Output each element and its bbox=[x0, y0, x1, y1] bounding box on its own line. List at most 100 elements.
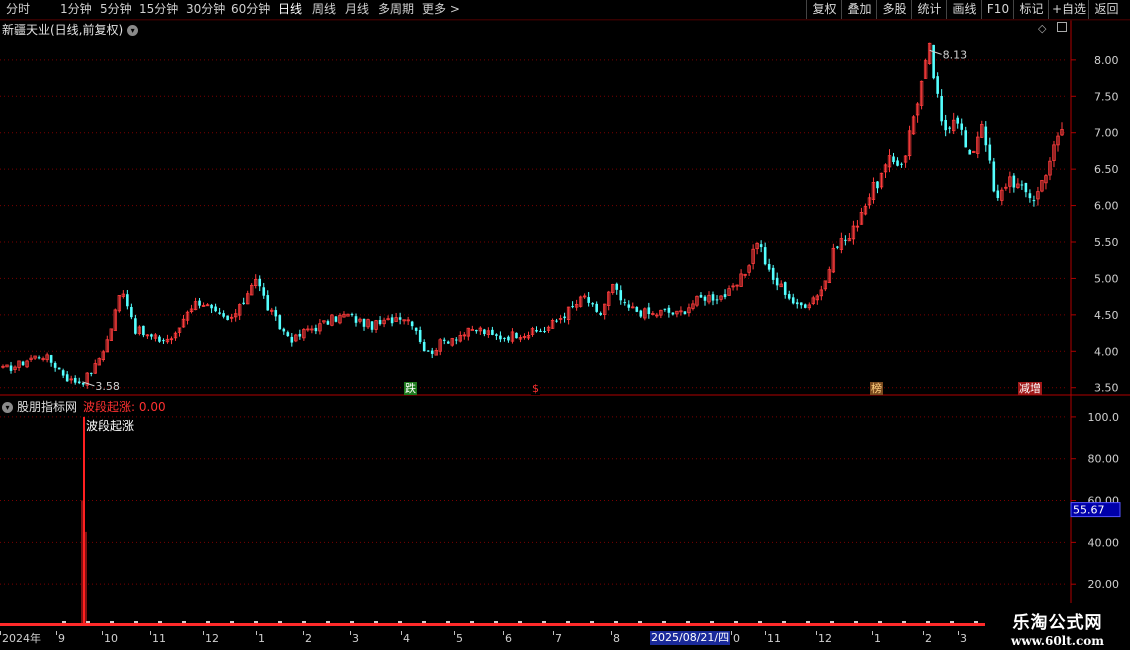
chevron-down-icon[interactable]: ▾ bbox=[2, 402, 13, 413]
x-tick bbox=[816, 631, 817, 635]
candle-body bbox=[499, 335, 502, 340]
candle-body bbox=[338, 314, 342, 324]
candle-body bbox=[462, 334, 467, 337]
y-tick-label: 6.50 bbox=[1094, 163, 1119, 176]
candle-body bbox=[876, 181, 879, 189]
candle-body bbox=[671, 312, 675, 315]
candle-body bbox=[675, 310, 679, 315]
candle-body bbox=[578, 296, 583, 307]
x-tick bbox=[765, 631, 766, 635]
diamond-icon[interactable]: ◇ bbox=[1038, 22, 1046, 35]
candle-body bbox=[972, 150, 976, 153]
candle-body bbox=[134, 318, 137, 334]
x-tick-label: 12 bbox=[818, 632, 832, 645]
candle-body bbox=[582, 295, 587, 298]
candle-body bbox=[1008, 176, 1012, 187]
candle-body bbox=[214, 306, 217, 312]
candle-body bbox=[574, 304, 579, 308]
period-tab-daily[interactable]: 日线 bbox=[278, 1, 302, 18]
candle-body bbox=[546, 326, 551, 331]
stats-button[interactable]: 统计 bbox=[911, 0, 947, 19]
period-tab-5min[interactable]: 5分钟 bbox=[100, 1, 132, 18]
add-watchlist-button[interactable]: +自选 bbox=[1048, 0, 1089, 19]
baseline-marker bbox=[182, 621, 186, 623]
candle-body bbox=[57, 367, 61, 370]
candle-body bbox=[310, 328, 314, 331]
candle-body bbox=[739, 273, 743, 287]
y-tick-label: 4.50 bbox=[1094, 309, 1119, 322]
signal-marker-dollar[interactable]: $ bbox=[531, 382, 540, 395]
candle-body bbox=[298, 333, 302, 337]
x-tick-label: 2 bbox=[925, 632, 932, 645]
baseline-marker bbox=[446, 621, 450, 623]
signal-marker-list[interactable]: 榜 bbox=[870, 382, 883, 395]
candle-body bbox=[855, 225, 860, 228]
candle-body bbox=[707, 294, 711, 303]
chevron-down-icon[interactable]: ▾ bbox=[127, 25, 139, 36]
period-tab-60min[interactable]: 60分钟 bbox=[231, 1, 270, 18]
candle-body bbox=[595, 303, 598, 312]
current-value-label: 55.67 bbox=[1073, 504, 1105, 517]
candle-body bbox=[683, 311, 687, 315]
y-tick-label: 7.00 bbox=[1094, 127, 1119, 140]
candle-body bbox=[1024, 182, 1028, 193]
candle-body bbox=[960, 123, 964, 130]
baseline-marker bbox=[470, 621, 474, 623]
main-chart-title: 新疆天业(日线,前复权) ▾ bbox=[2, 21, 139, 38]
candle-body bbox=[903, 155, 908, 163]
period-tab-monthly[interactable]: 月线 bbox=[345, 1, 369, 18]
candle-body bbox=[751, 248, 755, 264]
candle-body bbox=[631, 306, 635, 309]
baseline-marker bbox=[158, 621, 162, 623]
candle-body bbox=[354, 316, 358, 323]
candle-body bbox=[647, 307, 651, 315]
x-tick bbox=[150, 631, 151, 635]
period-tab-15min[interactable]: 15分钟 bbox=[139, 1, 178, 18]
x-tick-label: 10 bbox=[104, 632, 118, 645]
candle-body bbox=[181, 318, 186, 328]
candle-body bbox=[454, 339, 458, 341]
x-tick-label: 5 bbox=[456, 632, 463, 645]
candle-body bbox=[250, 284, 254, 296]
x-tick bbox=[454, 631, 455, 635]
overlay-button[interactable]: 叠加 bbox=[841, 0, 877, 19]
candle-body bbox=[237, 304, 242, 316]
candle-body bbox=[113, 309, 118, 331]
candle-body bbox=[731, 285, 735, 288]
candle-body bbox=[169, 338, 174, 341]
period-tab-multi[interactable]: 多周期 bbox=[378, 1, 414, 18]
candle-body bbox=[402, 319, 406, 322]
candle-body bbox=[787, 294, 791, 299]
baseline-marker bbox=[542, 621, 546, 623]
x-tick-label: 11 bbox=[152, 632, 166, 645]
candle-body bbox=[346, 313, 350, 317]
candle-body bbox=[406, 319, 410, 322]
candle-body bbox=[1012, 175, 1016, 188]
candle-body bbox=[362, 318, 366, 327]
low-pointer bbox=[82, 381, 95, 387]
candle-body bbox=[844, 239, 847, 241]
adjust-button[interactable]: 复权 bbox=[806, 0, 842, 19]
candle-body bbox=[185, 311, 190, 321]
back-button[interactable]: 返回 bbox=[1088, 0, 1124, 19]
draw-line-button[interactable]: 画线 bbox=[946, 0, 982, 19]
candle-body bbox=[286, 332, 290, 337]
period-tab-30min[interactable]: 30分钟 bbox=[186, 1, 225, 18]
period-tab-timeshare[interactable]: 分时 bbox=[6, 1, 30, 18]
period-tab-1min[interactable]: 1分钟 bbox=[60, 1, 92, 18]
mark-button[interactable]: 标记 bbox=[1013, 0, 1049, 19]
multi-stock-button[interactable]: 多股 bbox=[876, 0, 912, 19]
candle-body bbox=[831, 247, 836, 273]
y-tick-label: 5.00 bbox=[1094, 272, 1119, 285]
candle-body bbox=[1004, 186, 1008, 189]
signal-marker-drop[interactable]: 跌 bbox=[404, 382, 417, 395]
f10-button[interactable]: F10 bbox=[981, 0, 1014, 19]
candle-body bbox=[73, 377, 77, 383]
panel-toggle-icon[interactable] bbox=[1057, 22, 1067, 32]
period-tab-weekly[interactable]: 周线 bbox=[312, 1, 336, 18]
candle-body bbox=[318, 323, 322, 332]
y-tick-label: 4.00 bbox=[1094, 345, 1119, 358]
period-tab-more[interactable]: 更多 > bbox=[422, 1, 460, 18]
x-tick-label: 3 bbox=[960, 632, 967, 645]
signal-marker-increase[interactable]: 减增 bbox=[1018, 382, 1042, 395]
